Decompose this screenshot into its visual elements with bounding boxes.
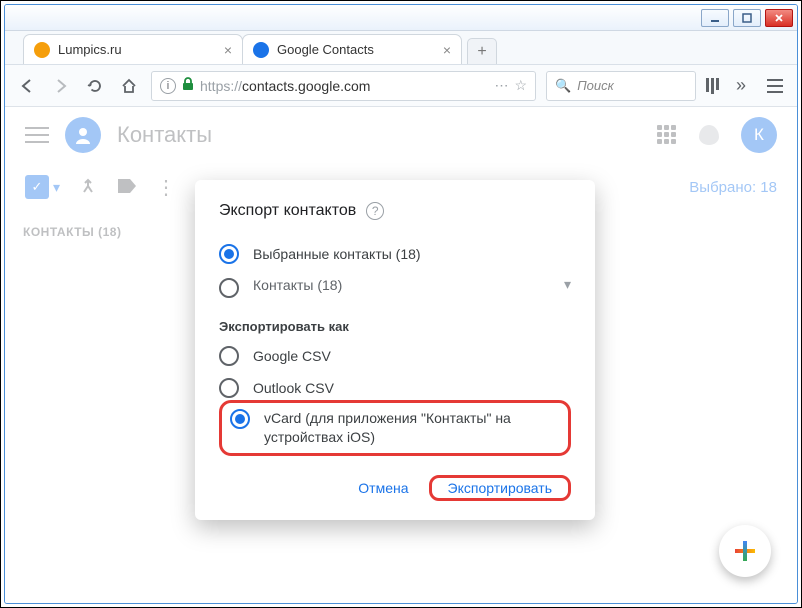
option-label: vCard (для приложения "Контакты" на устр… [264,409,560,447]
tab-title: Google Contacts [277,42,374,57]
radio-icon[interactable] [219,378,239,398]
url-bar[interactable]: i https://contacts.google.com ⋯ ☆ [151,71,536,101]
radio-icon[interactable] [219,244,239,264]
annotation-highlight: vCard (для приложения "Контакты" на устр… [219,400,571,456]
tab-strip: Lumpics.ru × Google Contacts × + [5,31,797,65]
lock-icon [182,77,194,94]
tab-title: Lumpics.ru [58,42,122,57]
url-text: https://contacts.google.com [200,78,370,94]
cancel-button[interactable]: Отмена [348,472,418,504]
overflow-icon[interactable]: » [729,74,753,98]
info-icon: i [160,78,176,94]
favicon-icon [34,42,50,58]
menu-icon[interactable] [763,74,787,98]
browser-tab-active[interactable]: Google Contacts × [242,34,462,64]
source-all-option[interactable]: Контакты (18) ▾ [219,270,571,305]
option-label: Контакты (18) [253,277,342,293]
reader-icon[interactable]: ⋯ [494,77,508,94]
option-label: Outlook CSV [253,380,334,396]
dialog-title: Экспорт контактов [219,202,356,220]
format-outlook-csv-option[interactable]: Outlook CSV [219,372,571,398]
chevron-down-icon: ▾ [564,276,571,293]
format-google-csv-option[interactable]: Google CSV [219,340,571,372]
create-contact-fab[interactable] [719,525,771,577]
forward-icon[interactable] [49,74,73,98]
annotation-highlight: Экспортировать [429,475,571,501]
tab-close-icon[interactable]: × [224,42,232,58]
source-selected-option[interactable]: Выбранные контакты (18) [219,238,571,270]
export-button[interactable]: Экспортировать [438,472,562,504]
search-icon: 🔍 [555,78,571,94]
favicon-icon [253,42,269,58]
window-close-button[interactable] [765,9,793,27]
export-as-label: Экспортировать как [219,319,571,334]
option-label: Выбранные контакты (18) [253,246,421,262]
radio-icon[interactable] [219,346,239,366]
radio-icon[interactable] [230,409,250,429]
radio-icon[interactable] [219,278,239,298]
format-vcard-option[interactable]: vCard (для приложения "Контакты" на устр… [230,407,560,449]
option-label: Google CSV [253,348,331,364]
browser-tab[interactable]: Lumpics.ru × [23,34,243,64]
bookmark-star-icon[interactable]: ☆ [514,77,527,94]
window-maximize-button[interactable] [733,9,761,27]
back-icon[interactable] [15,74,39,98]
export-contacts-dialog: Экспорт контактов ? Выбранные контакты (… [195,180,595,520]
help-icon[interactable]: ? [366,202,384,220]
search-placeholder: Поиск [577,78,614,93]
reload-icon[interactable] [83,74,107,98]
tab-close-icon[interactable]: × [443,42,451,58]
window-titlebar [5,5,797,31]
window-minimize-button[interactable] [701,9,729,27]
contacts-dropdown[interactable]: Контакты (18) ▾ [253,276,571,299]
new-tab-button[interactable]: + [467,38,497,64]
search-bar[interactable]: 🔍 Поиск [546,71,696,101]
home-icon[interactable] [117,74,141,98]
library-icon[interactable] [706,78,719,94]
browser-toolbar: i https://contacts.google.com ⋯ ☆ 🔍 Поис… [5,65,797,107]
